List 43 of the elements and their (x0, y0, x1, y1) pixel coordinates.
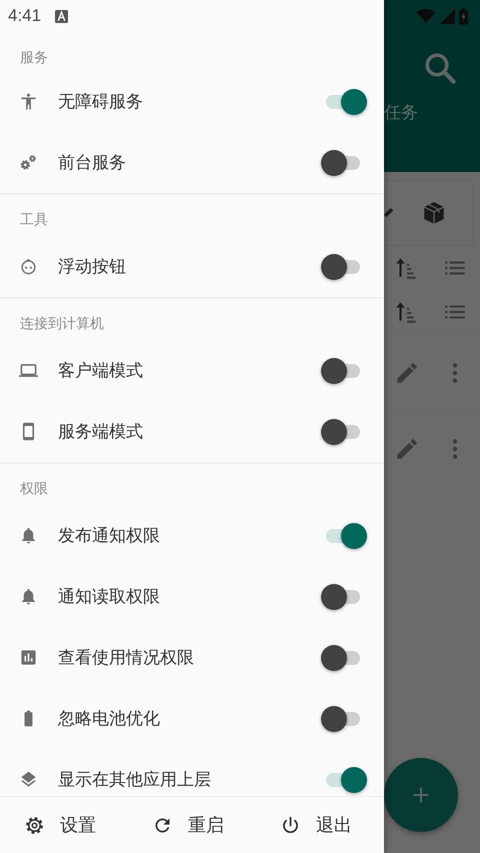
setting-label: 通知读取权限 (58, 586, 161, 608)
settings-icon (24, 814, 45, 836)
setting-row[interactable]: 通知读取权限 (0, 566, 384, 627)
layers-icon (19, 770, 38, 789)
cube-icon[interactable] (421, 200, 447, 226)
setting-label: 查看使用情况权限 (58, 647, 195, 669)
setting-row[interactable]: 无障碍服务 (0, 71, 384, 132)
section-title: 工具 (19, 211, 49, 230)
power-icon (280, 814, 301, 836)
setting-label: 前台服务 (58, 152, 127, 174)
setting-label: 无障碍服务 (58, 91, 144, 113)
status-time: 4:41 (8, 6, 42, 26)
setting-row[interactable]: 前台服务 (0, 132, 384, 193)
wifi-icon (416, 8, 436, 24)
setting-label: 浮动按钮 (58, 256, 127, 278)
laptop-icon (19, 361, 38, 380)
battery-charging-icon (459, 8, 468, 24)
bell-icon (19, 587, 38, 606)
section-title: 权限 (19, 480, 49, 499)
accessibility-icon (19, 92, 38, 111)
setting-label: 发布通知权限 (58, 525, 161, 547)
face-icon (19, 257, 38, 276)
setting-row[interactable]: 忽略电池优化 (0, 688, 384, 749)
section-title: 连接到计算机 (19, 315, 105, 334)
bell-icon (19, 526, 38, 545)
setting-label: 客户端模式 (58, 360, 144, 382)
notification-icon (55, 10, 68, 22)
section-title: 服务 (19, 49, 49, 68)
setting-label: 显示在其他应用上层 (58, 769, 212, 791)
setting-label: 忽略电池优化 (58, 708, 161, 730)
setting-row[interactable]: 服务端模式 (0, 401, 384, 462)
footer-button[interactable]: 设置 (0, 801, 128, 849)
footer-button[interactable]: 重启 (128, 801, 256, 849)
setting-row[interactable]: 查看使用情况权限 (0, 627, 384, 688)
setting-label: 服务端模式 (58, 421, 144, 443)
signal-icon (440, 8, 455, 24)
setting-row[interactable]: 显示在其他应用上层 (0, 749, 384, 796)
setting-row[interactable]: 发布通知权限 (0, 505, 384, 566)
setting-row[interactable]: 浮动按钮 (0, 236, 384, 297)
bar-chart-icon (19, 648, 38, 667)
footer-button[interactable]: 退出 (256, 801, 384, 849)
gears-icon (19, 153, 38, 172)
setting-row[interactable]: 客户端模式 (0, 340, 384, 401)
